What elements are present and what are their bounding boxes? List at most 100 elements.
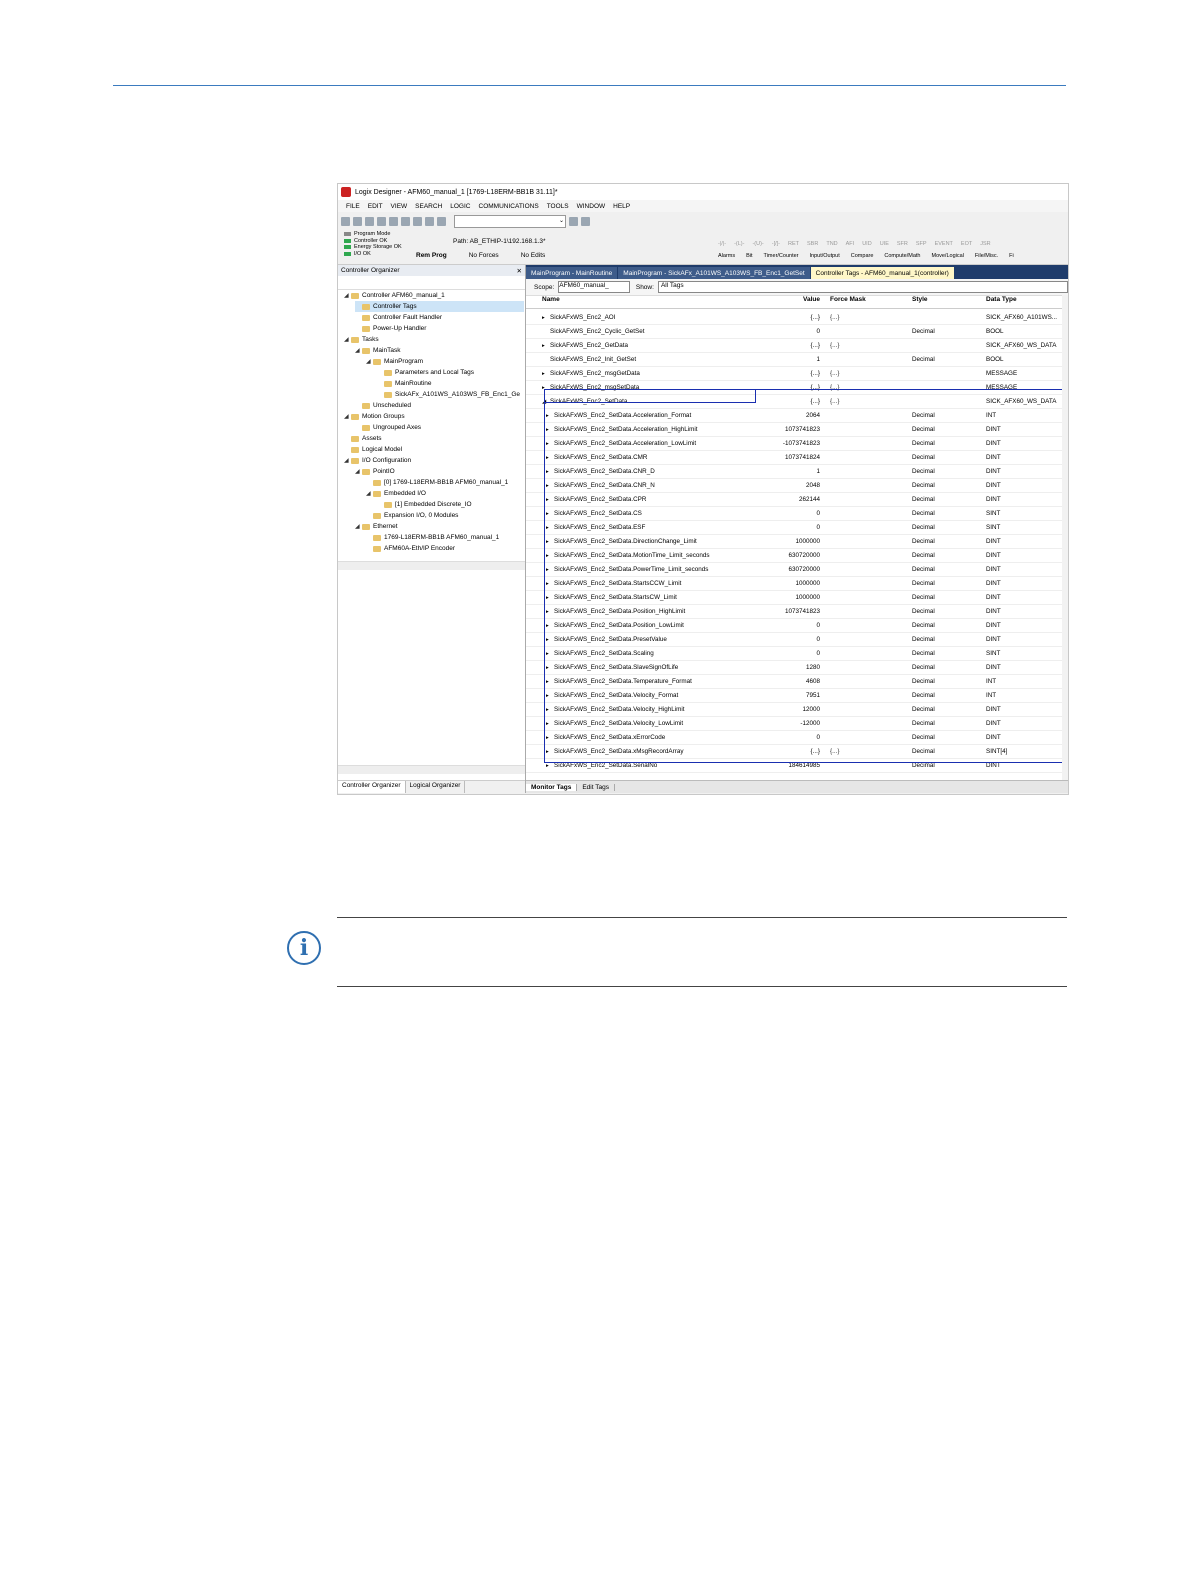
header-name[interactable]: Name xyxy=(526,296,746,308)
organizer-horizontal-scrollbar[interactable] xyxy=(338,561,525,570)
forces-status[interactable]: No Forces xyxy=(469,252,499,262)
print-icon[interactable] xyxy=(377,216,386,226)
tag-data-type[interactable]: SICK_AFX60_A101WS... xyxy=(982,314,1068,321)
menu-item-file[interactable]: FILE xyxy=(346,203,360,210)
expanded-icon[interactable]: ◢ xyxy=(366,358,373,365)
expand-arrow-icon[interactable]: ▸ xyxy=(542,371,550,377)
tag-value[interactable]: 0 xyxy=(746,327,826,335)
expanded-icon[interactable]: ◢ xyxy=(366,490,373,497)
menu-item-search[interactable]: SEARCH xyxy=(415,203,442,210)
tree-node[interactable]: ◢ PointIO xyxy=(355,466,524,477)
ladder-button[interactable]: -(L)- xyxy=(734,241,744,247)
tag-value[interactable]: {...} xyxy=(746,369,826,377)
search-combo[interactable]: ⌄ xyxy=(454,214,566,228)
instruction-tab[interactable]: Timer/Counter xyxy=(764,253,799,259)
tree-node[interactable]: SickAFx_A101WS_A103WS_FB_Enc1_Ge xyxy=(377,389,524,400)
menu-item-logic[interactable]: LOGIC xyxy=(450,203,470,210)
ladder-button[interactable]: SBR xyxy=(807,241,818,247)
tree-node[interactable]: Unscheduled xyxy=(355,400,524,411)
ladder-button[interactable]: -[/]- xyxy=(772,241,780,247)
ladder-button[interactable]: TND xyxy=(826,241,837,247)
ladder-button[interactable]: JSR xyxy=(980,241,990,247)
tree-node[interactable]: ◢ Tasks xyxy=(344,334,524,345)
tag-editor-tab[interactable]: Edit Tags xyxy=(577,783,615,791)
save-icon[interactable] xyxy=(365,216,374,226)
organizer-tab[interactable]: Logical Organizer xyxy=(406,781,466,793)
paste-icon[interactable] xyxy=(413,216,422,226)
organizer-tab[interactable]: Controller Organizer xyxy=(338,781,406,793)
ladder-button[interactable]: -|/|- xyxy=(718,241,726,247)
tree-node[interactable]: Controller Fault Handler xyxy=(355,312,524,323)
header-style[interactable]: Style xyxy=(904,296,982,308)
tag-row[interactable]: SickAFxWS_Enc2_Cyclic_GetSet 0 Decimal BOOL xyxy=(526,324,1068,339)
instruction-tab[interactable]: Alarms xyxy=(718,253,735,259)
tag-style[interactable]: Decimal xyxy=(904,356,982,363)
tag-force-mask[interactable]: {...} xyxy=(826,370,904,377)
tag-data-type[interactable]: BOOL xyxy=(982,356,1068,363)
expanded-icon[interactable]: ◢ xyxy=(355,468,362,475)
document-tab[interactable]: MainProgram - SickAFx_A101WS_A103WS_FB_E… xyxy=(618,267,810,279)
verify-icon[interactable] xyxy=(581,216,590,226)
organizer-horizontal-scrollbar-lower[interactable] xyxy=(338,765,525,774)
ladder-button[interactable]: UID xyxy=(862,241,871,247)
expanded-icon[interactable]: ◢ xyxy=(344,457,351,464)
tag-style[interactable]: Decimal xyxy=(904,328,982,335)
ladder-button[interactable]: AFI xyxy=(846,241,855,247)
tree-node[interactable]: Controller Tags xyxy=(355,301,524,312)
header-data-type[interactable]: Data Type xyxy=(982,296,1068,308)
tag-row[interactable]: ▸ SickAFxWS_Enc2_AOI {...} {...} SICK_AFX60_… xyxy=(526,310,1068,325)
tag-force-mask[interactable]: {...} xyxy=(826,314,904,321)
expanded-icon[interactable]: ◢ xyxy=(355,347,362,354)
menu-item-view[interactable]: VIEW xyxy=(391,203,408,210)
run-mode[interactable]: Rem Prog xyxy=(416,252,447,262)
find-icon[interactable] xyxy=(569,216,578,226)
menu-item-communications[interactable]: COMMUNICATIONS xyxy=(479,203,539,210)
instruction-tab[interactable]: Bit xyxy=(746,253,752,259)
ladder-button[interactable]: UIE xyxy=(880,241,889,247)
document-tab[interactable]: MainProgram - MainRoutine xyxy=(526,267,618,279)
tree-node[interactable]: ◢ I/O Configuration xyxy=(344,455,524,466)
tree-node[interactable]: [1] Embedded Discrete_IO xyxy=(377,499,524,510)
menu-item-window[interactable]: WINDOW xyxy=(577,203,606,210)
scope-select[interactable]: AFM60_manual_ xyxy=(558,281,630,293)
ladder-button[interactable]: EVENT xyxy=(935,241,953,247)
tree-node[interactable]: Power-Up Handler xyxy=(355,323,524,334)
tree-node[interactable]: [0] 1769-L18ERM-BB1B AFM60_manual_1 xyxy=(366,477,524,488)
tag-force-mask[interactable]: {...} xyxy=(826,342,904,349)
ladder-button[interactable]: RET xyxy=(788,241,799,247)
copy-icon[interactable] xyxy=(401,216,410,226)
expand-arrow-icon[interactable]: ▸ xyxy=(546,763,554,769)
header-force-mask[interactable]: Force Mask xyxy=(826,296,904,308)
new-file-icon[interactable] xyxy=(341,216,350,226)
tag-editor-tab[interactable]: Monitor Tags xyxy=(526,783,578,791)
ladder-button[interactable]: -(U)- xyxy=(752,241,763,247)
tag-value[interactable]: {...} xyxy=(746,313,826,321)
tag-row[interactable]: ▸ SickAFxWS_Enc2_msgGetData {...} {...} MESS… xyxy=(526,366,1068,381)
tag-value[interactable]: {...} xyxy=(746,341,826,349)
tag-data-type[interactable]: MESSAGE xyxy=(982,370,1068,377)
tree-node[interactable]: ◢ Controller AFM60_manual_1 xyxy=(344,290,524,301)
menu-item-tools[interactable]: TOOLS xyxy=(547,203,569,210)
show-filter-select[interactable]: All Tags xyxy=(657,281,1068,293)
ladder-button[interactable]: SFP xyxy=(916,241,927,247)
tag-data-type[interactable]: SICK_AFX60_WS_DATA xyxy=(982,342,1068,349)
edits-status[interactable]: No Edits xyxy=(521,252,546,262)
expanded-icon[interactable]: ◢ xyxy=(344,336,351,343)
tree-node[interactable]: Assets xyxy=(344,433,524,444)
expand-arrow-icon[interactable]: ▸ xyxy=(542,343,550,349)
expand-arrow-icon[interactable]: ▸ xyxy=(542,315,550,321)
tag-value[interactable]: 1 xyxy=(746,355,826,363)
instruction-tab[interactable]: Compute/Math xyxy=(884,253,920,259)
instruction-tab[interactable]: Fi xyxy=(1009,253,1014,259)
tag-table-vertical-scrollbar[interactable] xyxy=(1062,295,1068,781)
cut-icon[interactable] xyxy=(389,216,398,226)
expanded-icon[interactable]: ◢ xyxy=(344,292,351,299)
instruction-tab[interactable]: Move/Logical xyxy=(931,253,963,259)
document-tab[interactable]: Controller Tags - AFM60_manual_1(control… xyxy=(810,267,954,279)
tree-node[interactable]: Parameters and Local Tags xyxy=(377,367,524,378)
tree-node[interactable]: ◢ Motion Groups xyxy=(344,411,524,422)
redo-icon[interactable] xyxy=(437,216,446,226)
undo-icon[interactable] xyxy=(425,216,434,226)
tree-node[interactable]: ◢ MainTask xyxy=(355,345,524,356)
menu-item-edit[interactable]: EDIT xyxy=(368,203,383,210)
